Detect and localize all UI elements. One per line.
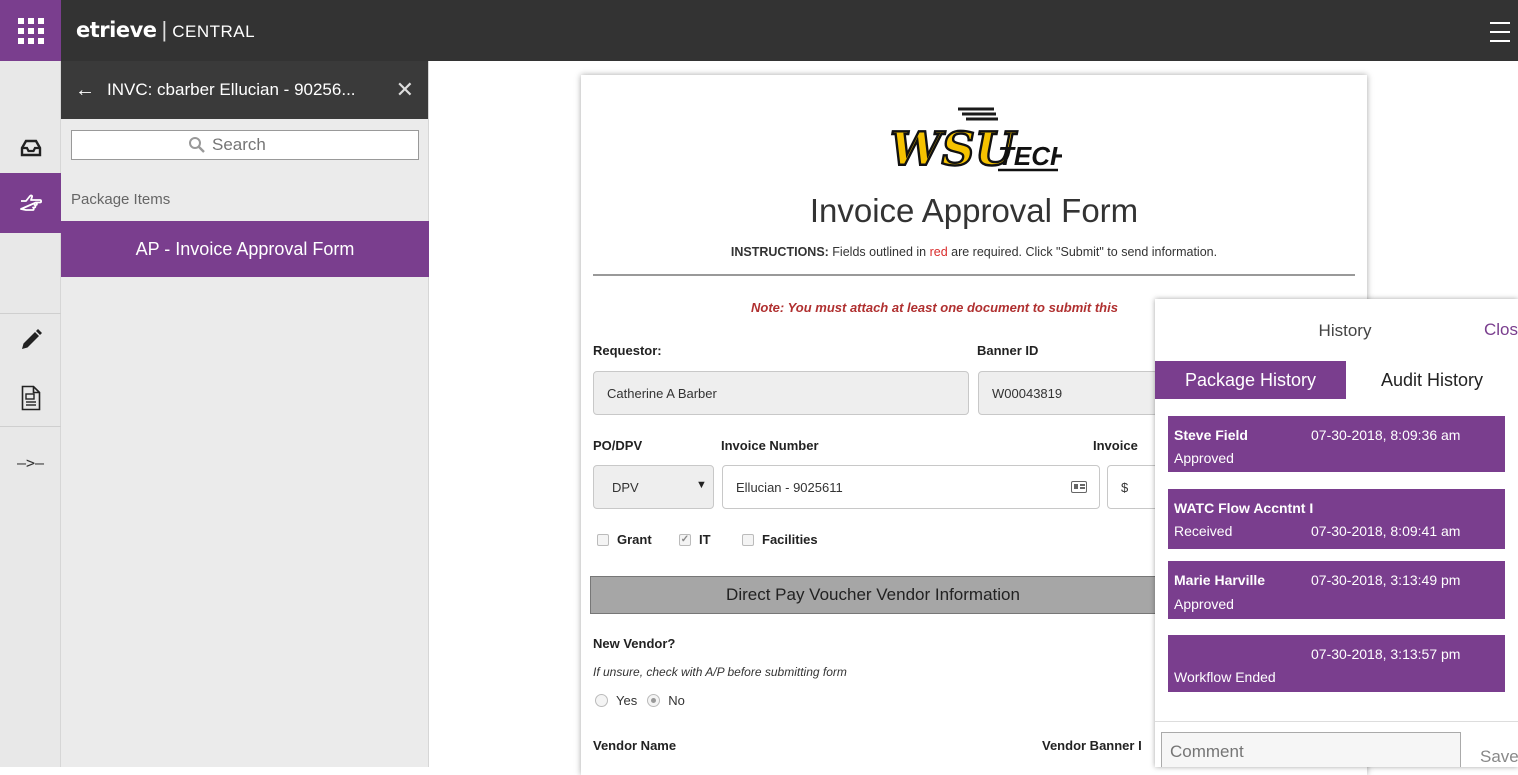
id-card-icon	[1071, 481, 1087, 493]
po-dpv-value: DPV	[612, 479, 639, 495]
radio-yes-label: Yes	[616, 693, 638, 708]
history-entry: Marie Harville 07-30-2018, 3:13:49 pm Ap…	[1168, 561, 1505, 619]
new-vendor-radio-group: Yes No	[595, 693, 695, 708]
apps-grid-icon	[17, 17, 44, 44]
checkbox-box	[742, 533, 754, 546]
top-bar: etrieve | CENTRAL	[0, 0, 1518, 61]
form-title: Invoice Approval Form	[809, 192, 1139, 229]
invoice-number-label: Invoice Number	[721, 438, 819, 453]
pointing-hand-icon[interactable]	[0, 173, 61, 233]
vendor-banner-label: Vendor Banner I	[1042, 738, 1142, 753]
search-box[interactable]	[71, 130, 419, 160]
document-icon[interactable]	[0, 375, 61, 421]
rail-divider	[0, 313, 61, 314]
checkmark-icon: ✓	[679, 533, 691, 546]
expand-arrow-icon[interactable]: –>–	[0, 451, 61, 475]
requestor-label: Requestor:	[593, 343, 662, 358]
brand-separator: |	[161, 17, 168, 42]
close-icon[interactable]: ✕	[396, 77, 414, 103]
dropdown-arrow-icon: ▼	[696, 479, 707, 491]
left-rail: –>–	[0, 61, 61, 767]
save-button[interactable]: Save	[1480, 747, 1518, 767]
history-list: Steve Field 07-30-2018, 8:09:36 am Appro…	[1168, 399, 1506, 709]
history-entry: 07-30-2018, 3:13:57 pm Workflow Ended	[1168, 635, 1505, 692]
banner-id-field[interactable]: W00043819	[978, 371, 1158, 415]
history-tabs: Package History Audit History	[1155, 361, 1518, 399]
back-arrow-icon[interactable]: ←	[75, 79, 95, 102]
banner-id-label: Banner ID	[977, 343, 1039, 358]
form-instructions: INSTRUCTIONS: Fields outlined in red are…	[730, 245, 1218, 259]
section-header: Direct Pay Voucher Vendor Information	[590, 576, 1156, 614]
grant-checkbox[interactable]: Grant	[597, 532, 652, 547]
package-title: INVC: cbarber Ellucian - 90256...	[107, 80, 356, 99]
package-item-invoice-form[interactable]: AP - Invoice Approval Form	[61, 221, 429, 277]
po-dpv-select[interactable]: DPV ▼	[593, 465, 714, 509]
history-footer: Save	[1155, 721, 1518, 767]
invoice-number-field[interactable]: Ellucian - 9025611	[722, 465, 1100, 509]
search-icon	[189, 137, 205, 153]
checkbox-box	[597, 533, 609, 546]
history-entry: WATC Flow Accntnt I Received 07-30-2018,…	[1168, 489, 1505, 549]
facilities-checkbox-label: Facilities	[762, 532, 818, 547]
apps-grid-button[interactable]	[0, 0, 61, 61]
invoice-number-value: Ellucian - 9025611	[736, 479, 843, 495]
radio-no[interactable]	[647, 694, 661, 707]
radio-yes[interactable]	[595, 694, 608, 707]
facilities-checkbox[interactable]: Facilities	[742, 532, 818, 547]
package-header: ← INVC: cbarber Ellucian - 90256... ✕	[61, 61, 428, 119]
currency-symbol: $	[1121, 479, 1129, 495]
invoice-amount-label: Invoice	[1093, 438, 1138, 453]
new-vendor-label: New Vendor?	[593, 636, 676, 651]
new-vendor-hint: If unsure, check with A/P before submitt…	[593, 665, 847, 679]
requestor-field[interactable]: Catherine A Barber	[593, 371, 969, 415]
brand-product: CENTRAL	[172, 22, 256, 41]
history-panel: History Close Package History Audit Hist…	[1155, 299, 1518, 767]
header-divider	[593, 274, 1355, 276]
package-items-label: Package Items	[71, 191, 171, 208]
hamburger-menu-icon[interactable]	[1490, 22, 1518, 44]
brand-name: etrieve	[76, 18, 157, 42]
wsu-tech-logo: WSU TECH	[889, 107, 1062, 177]
inbox-icon[interactable]	[0, 127, 61, 169]
history-close-button[interactable]: Close	[1484, 320, 1518, 340]
it-checkbox[interactable]: ✓ IT	[679, 532, 711, 547]
search-input[interactable]	[212, 135, 302, 155]
history-title: History	[1318, 321, 1372, 340]
grant-checkbox-label: Grant	[617, 532, 652, 547]
po-dpv-label: PO/DPV	[593, 438, 643, 453]
svg-text:TECH: TECH	[998, 141, 1062, 171]
attachment-note: Note: You must attach at least one docum…	[751, 300, 1118, 315]
app-brand: etrieve | CENTRAL	[76, 16, 255, 46]
it-checkbox-label: IT	[699, 532, 711, 547]
package-panel: ← INVC: cbarber Ellucian - 90256... ✕ Pa…	[61, 61, 429, 767]
radio-no-label: No	[668, 693, 685, 708]
tab-package-history[interactable]: Package History	[1155, 361, 1346, 399]
history-entry: Steve Field 07-30-2018, 8:09:36 am Appro…	[1168, 416, 1505, 472]
vendor-name-label: Vendor Name	[593, 738, 677, 753]
pencil-icon[interactable]	[0, 319, 61, 361]
tab-audit-history[interactable]: Audit History	[1346, 361, 1518, 399]
rail-divider	[0, 426, 61, 427]
comment-input[interactable]	[1161, 732, 1461, 767]
